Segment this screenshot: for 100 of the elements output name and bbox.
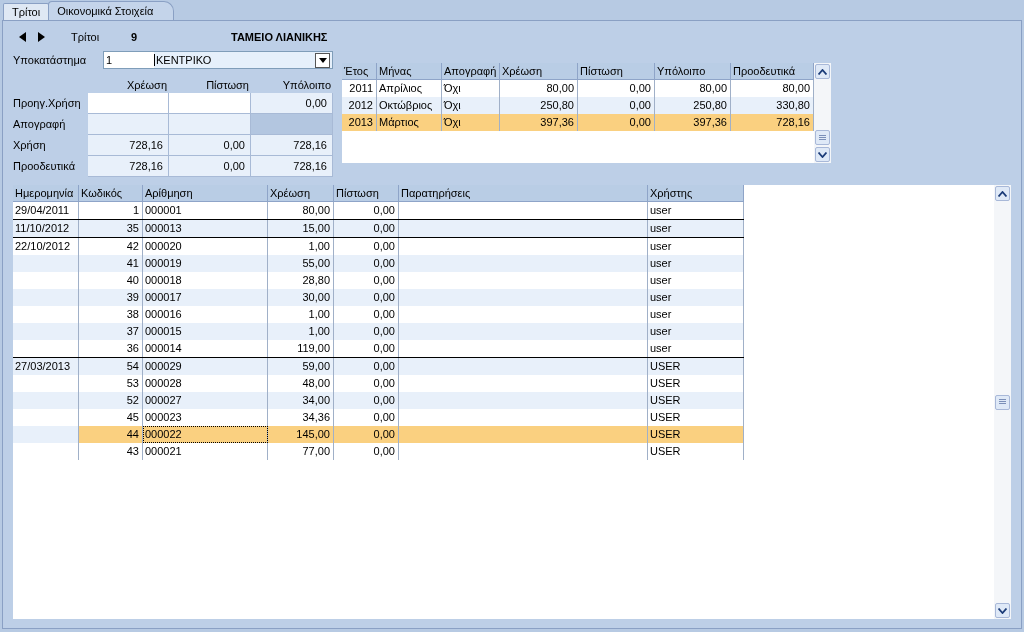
table-cell: Όχι	[442, 97, 500, 114]
column-header[interactable]: Πίστωση	[334, 185, 399, 202]
table-cell: 145,00	[268, 426, 334, 443]
table-cell: 29/04/2011	[13, 202, 79, 219]
table-cell: 000029	[143, 358, 268, 375]
table-cell: 000001	[143, 202, 268, 219]
row-label: Απογραφή	[13, 117, 67, 132]
input-field[interactable]	[88, 93, 169, 114]
row-label: Χρήση	[13, 138, 47, 153]
record-name: ΤΑΜΕΙΟ ΛΙΑΝΙΚΗΣ	[231, 31, 328, 43]
field-label: Υποκατάστημα	[13, 54, 88, 66]
table-row[interactable]: 43 000021 77,00 0,00 USER	[13, 443, 744, 460]
table-cell: 52	[79, 392, 143, 409]
scroll-thumb[interactable]	[995, 394, 1010, 410]
table-cell: 330,80	[731, 97, 814, 114]
table-cell: 0,00	[578, 114, 655, 131]
table-cell: 000019	[143, 255, 268, 272]
table-cell: 0,00	[334, 426, 399, 443]
column-header[interactable]: Κωδικός	[79, 185, 143, 202]
readonly-field: 0,00	[169, 135, 251, 156]
table-row[interactable]: 36 000014 119,00 0,00 user	[13, 340, 744, 357]
table-cell: 397,36	[655, 114, 731, 131]
input-field[interactable]	[169, 93, 251, 114]
table-cell: 000014	[143, 340, 268, 357]
column-header[interactable]: Υπόλοιπο	[655, 63, 731, 80]
table-cell: 0,00	[334, 340, 399, 357]
next-arrow-icon[interactable]	[38, 32, 45, 42]
table-cell: 55,00	[268, 255, 334, 272]
table-cell: 39	[79, 289, 143, 306]
previous-arrow-icon[interactable]	[19, 32, 26, 42]
readonly-field: 728,16	[88, 135, 169, 156]
table-row[interactable]: 2012 Οκτώβριος Όχι 250,80 0,00 250,80 330,80	[342, 97, 814, 114]
table-cell: 0,00	[334, 220, 399, 237]
table-cell: 397,36	[500, 114, 578, 131]
record-label: Τρίτοι	[71, 31, 101, 43]
column-header[interactable]: Προοδευτικά	[731, 63, 814, 80]
column-header[interactable]: Απογραφή	[442, 63, 500, 80]
table-cell: 35	[79, 220, 143, 237]
readonly-field: 0,00	[251, 93, 333, 114]
table-cell: user	[648, 220, 744, 237]
table-cell: 0,00	[334, 392, 399, 409]
table-cell: 2013	[342, 114, 377, 131]
scroll-thumb[interactable]	[815, 130, 830, 145]
table-row[interactable]: 29/04/2011 1 000001 80,00 0,00 user	[13, 202, 744, 219]
table-cell: USER	[648, 392, 744, 409]
table-cell: 000017	[143, 289, 268, 306]
table-cell: user	[648, 202, 744, 219]
table-row[interactable]: 37 000015 1,00 0,00 user	[13, 323, 744, 340]
table-cell: Μάρτιος	[377, 114, 442, 131]
table-cell: 77,00	[268, 443, 334, 460]
column-header[interactable]: Χρέωση	[500, 63, 578, 80]
table-cell: 0,00	[578, 97, 655, 114]
table-cell: 728,16	[731, 114, 814, 131]
table-cell: 1	[79, 202, 143, 219]
table-cell: 59,00	[268, 358, 334, 375]
branch-dropdown[interactable]: 1 ΚΕΝΤΡΙΚΟ	[103, 51, 333, 69]
table-row[interactable]: 44 000022 145,00 0,00 USER	[13, 426, 744, 443]
column-header[interactable]: Μήνας	[377, 63, 442, 80]
table-cell: 250,80	[655, 97, 731, 114]
column-header[interactable]: Αρίθμηση	[143, 185, 268, 202]
readonly-field: 728,16	[251, 156, 333, 177]
table-cell: USER	[648, 426, 744, 443]
tab[interactable]: Τρίτοι	[3, 3, 50, 20]
column-header[interactable]: Ημερομηνία	[13, 185, 79, 202]
table-cell: 0,00	[334, 358, 399, 375]
column-header[interactable]: Χρήστης	[648, 185, 744, 202]
table-cell: user	[648, 289, 744, 306]
column-header[interactable]: Έτος	[342, 63, 377, 80]
scroll-down-icon[interactable]	[995, 603, 1010, 618]
table-cell: 80,00	[268, 202, 334, 219]
column-header: Υπόλοιπο	[281, 79, 332, 93]
table-cell: USER	[648, 358, 744, 375]
table-cell: Όχι	[442, 114, 500, 131]
scroll-down-icon[interactable]	[815, 147, 830, 162]
column-header[interactable]: Χρέωση	[268, 185, 334, 202]
table-cell: 1,00	[268, 323, 334, 340]
column-header[interactable]: Πίστωση	[578, 63, 655, 80]
table-cell: user	[648, 323, 744, 340]
table-row[interactable]: 11/10/2012 35 000013 15,00 0,00 user	[13, 219, 744, 237]
table-cell: Οκτώβριος	[377, 97, 442, 114]
table-cell: 36	[79, 340, 143, 357]
table-row[interactable]: 27/03/2013 54 000029 59,00 0,00 USER	[13, 357, 744, 375]
table-cell: 27/03/2013	[13, 358, 79, 375]
table-cell: 0,00	[334, 202, 399, 219]
table-cell: 34,00	[268, 392, 334, 409]
readonly-field: 728,16	[251, 135, 333, 156]
table-row[interactable]: 2013 Μάρτιος Όχι 397,36 0,00 397,36 728,16	[342, 114, 814, 131]
table-cell: 0,00	[334, 289, 399, 306]
table-cell: USER	[648, 443, 744, 460]
column-header[interactable]: Παρατηρήσεις	[399, 185, 648, 202]
table-row[interactable]: 39 000017 30,00 0,00 user	[13, 289, 744, 306]
table-cell: 0,00	[334, 443, 399, 460]
table-cell: 11/10/2012	[13, 220, 79, 237]
table-cell: 000027	[143, 392, 268, 409]
scroll-up-icon[interactable]	[995, 186, 1010, 201]
table-cell: 000022	[143, 426, 268, 443]
table-row[interactable]: 41 000019 55,00 0,00 user	[13, 255, 744, 272]
tab[interactable]: Οικονομικά Στοιχεία	[48, 1, 175, 20]
table-row[interactable]: 52 000027 34,00 0,00 USER	[13, 392, 744, 409]
scroll-up-icon[interactable]	[815, 64, 830, 79]
